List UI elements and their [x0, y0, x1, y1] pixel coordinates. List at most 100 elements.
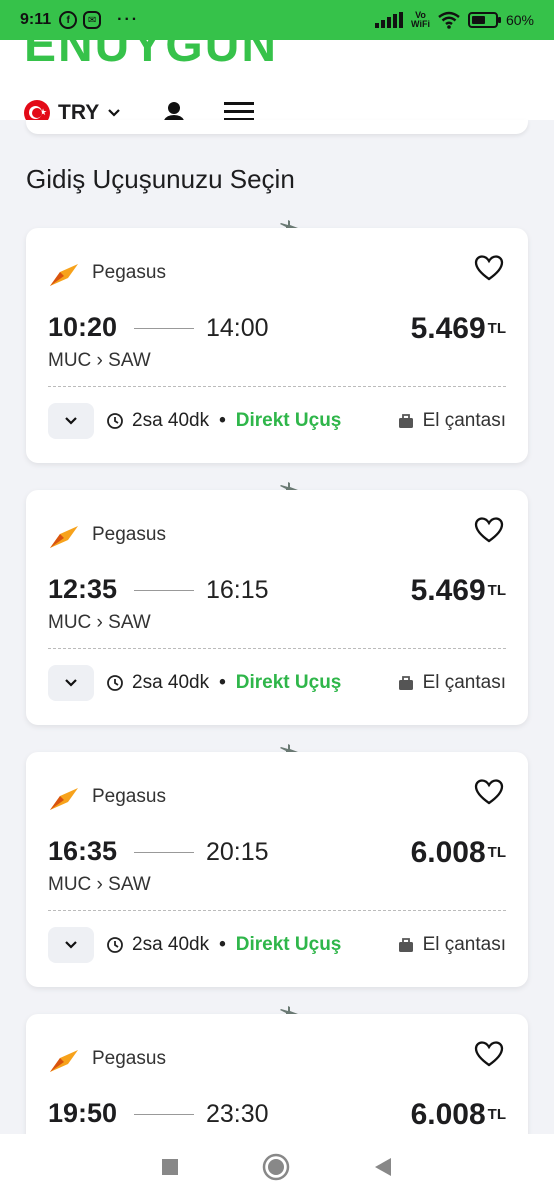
chevron-down-icon: [108, 109, 121, 117]
signal-icon: [375, 12, 404, 28]
clock-icon: [107, 937, 123, 953]
vowifi-icon: Vo WiFi: [411, 10, 430, 29]
system-nav-bar: [0, 1134, 554, 1200]
flight-meta: 2sa 40dk • Direkt Uçuş: [106, 410, 341, 432]
price: 5.469 TL: [411, 574, 506, 608]
search-summary-edge: [26, 120, 528, 134]
user-icon[interactable]: [160, 100, 188, 120]
chevron-down-icon: [65, 679, 77, 687]
airline-name: Pegasus: [92, 262, 166, 283]
duration-line: [134, 852, 194, 853]
price-value: 6.008: [410, 836, 486, 869]
flight-meta: 2sa 40dk • Direkt Uçuş: [106, 672, 341, 694]
departure-time: 16:35: [48, 836, 118, 866]
card-divider: [48, 648, 506, 649]
departure-time: 12:35: [48, 574, 118, 604]
pegasus-logo-icon: [50, 788, 78, 810]
pegasus-logo-icon: [50, 526, 78, 548]
expand-details-button[interactable]: [48, 665, 94, 701]
chevron-down-icon: [65, 417, 77, 425]
price: 5.469 TL: [411, 312, 506, 346]
baggage-info: El çantası: [397, 672, 506, 694]
separator-dot: •: [219, 410, 226, 431]
baggage-label: El çantası: [422, 934, 506, 955]
airline-name: Pegasus: [92, 1048, 166, 1069]
flight-type: Direkt Uçuş: [235, 934, 342, 955]
card-divider: [48, 910, 506, 911]
price-currency: TL: [487, 844, 506, 861]
arrival-time: 23:30: [206, 1100, 269, 1128]
more-notifications-icon: ···: [117, 11, 140, 28]
status-time: 9:11: [20, 11, 52, 28]
chevron-down-icon: [65, 941, 77, 949]
flight-card[interactable]: Pegasus 10:20 14:00 MUC › SAW 5.469 TL 2s…: [26, 228, 528, 463]
favorite-heart-icon[interactable]: [474, 254, 504, 282]
expand-details-button[interactable]: [48, 403, 94, 439]
brand-logo[interactable]: ENUYGUN: [24, 40, 278, 73]
flight-type: Direkt Uçuş: [235, 672, 342, 693]
bag-icon: [398, 676, 413, 690]
flight-duration: 2sa 40dk: [132, 672, 210, 693]
messenger-icon: ✉: [83, 11, 102, 29]
airline-name: Pegasus: [92, 524, 166, 545]
price-value: 5.469: [410, 312, 486, 345]
favorite-heart-icon[interactable]: [474, 1040, 504, 1068]
baggage-info: El çantası: [397, 410, 506, 432]
recents-button[interactable]: [161, 1158, 179, 1176]
facebook-icon: f: [59, 11, 78, 29]
flight-meta: 2sa 40dk • Direkt Uçuş: [106, 934, 341, 956]
arrival-time: 14:00: [206, 314, 269, 342]
page-title: Gidiş Uçuşunuzu Seçin: [26, 164, 295, 194]
arrival-time: 20:15: [206, 838, 269, 866]
battery-icon: [467, 12, 501, 28]
hamburger-menu-icon[interactable]: [224, 100, 254, 120]
clock-icon: [107, 675, 123, 691]
price: 6.008 TL: [411, 836, 506, 870]
route-label: MUC › SAW: [48, 350, 151, 371]
price-value: 6.008: [410, 1098, 486, 1131]
separator-dot: •: [219, 934, 226, 955]
bag-icon: [398, 414, 413, 428]
baggage-info: El çantası: [397, 934, 506, 956]
price: 6.008 TL: [411, 1098, 506, 1132]
duration-line: [134, 590, 194, 591]
currency-label: TRY: [58, 101, 100, 120]
separator-dot: •: [219, 672, 226, 693]
baggage-label: El çantası: [422, 410, 506, 431]
favorite-heart-icon[interactable]: [474, 516, 504, 544]
pegasus-logo-icon: [50, 264, 78, 286]
expand-details-button[interactable]: [48, 927, 94, 963]
duration-line: [134, 1114, 194, 1115]
flight-card[interactable]: Pegasus 19:50 23:30 MUC › SAW 6.008TL 2s…: [26, 1014, 528, 1200]
currency-selector[interactable]: ★ TRY: [24, 100, 121, 120]
flight-duration: 2sa 40dk: [132, 934, 210, 955]
pegasus-logo-icon: [50, 1050, 78, 1072]
duration-line: [134, 328, 194, 329]
price-currency: TL: [487, 320, 506, 337]
departure-time: 10:20: [48, 312, 118, 342]
airline-name: Pegasus: [92, 786, 166, 807]
status-bar: 9:11 f ✉ ··· Vo WiFi 60%: [0, 0, 554, 40]
home-button[interactable]: [262, 1153, 290, 1181]
battery-percent: 60%: [505, 12, 534, 28]
flight-type: Direkt Uçuş: [235, 410, 342, 431]
favorite-heart-icon[interactable]: [474, 778, 504, 806]
app-header: ENUYGUN ★ TRY: [0, 40, 554, 120]
price-value: 5.469: [410, 574, 486, 607]
card-divider: [48, 386, 506, 387]
flight-duration: 2sa 40dk: [132, 410, 210, 431]
arrival-time: 16:15: [206, 576, 269, 604]
bag-icon: [398, 938, 413, 952]
clock-icon: [107, 413, 123, 429]
route-label: MUC › SAW: [48, 612, 151, 633]
back-button[interactable]: [373, 1156, 393, 1178]
flight-card[interactable]: Pegasus 12:35 16:15 MUC › SAW 5.469 TL 2s…: [26, 490, 528, 725]
turkey-flag-icon: ★: [24, 100, 50, 120]
price-currency: TL: [487, 1106, 506, 1123]
flight-card[interactable]: Pegasus 16:35 20:15 MUC › SAW 6.008 TL 2s…: [26, 752, 528, 987]
route-label: MUC › SAW: [48, 874, 151, 895]
departure-time: 19:50: [48, 1098, 118, 1128]
wifi-icon: [438, 11, 460, 29]
price-currency: TL: [487, 582, 506, 599]
baggage-label: El çantası: [422, 672, 506, 693]
